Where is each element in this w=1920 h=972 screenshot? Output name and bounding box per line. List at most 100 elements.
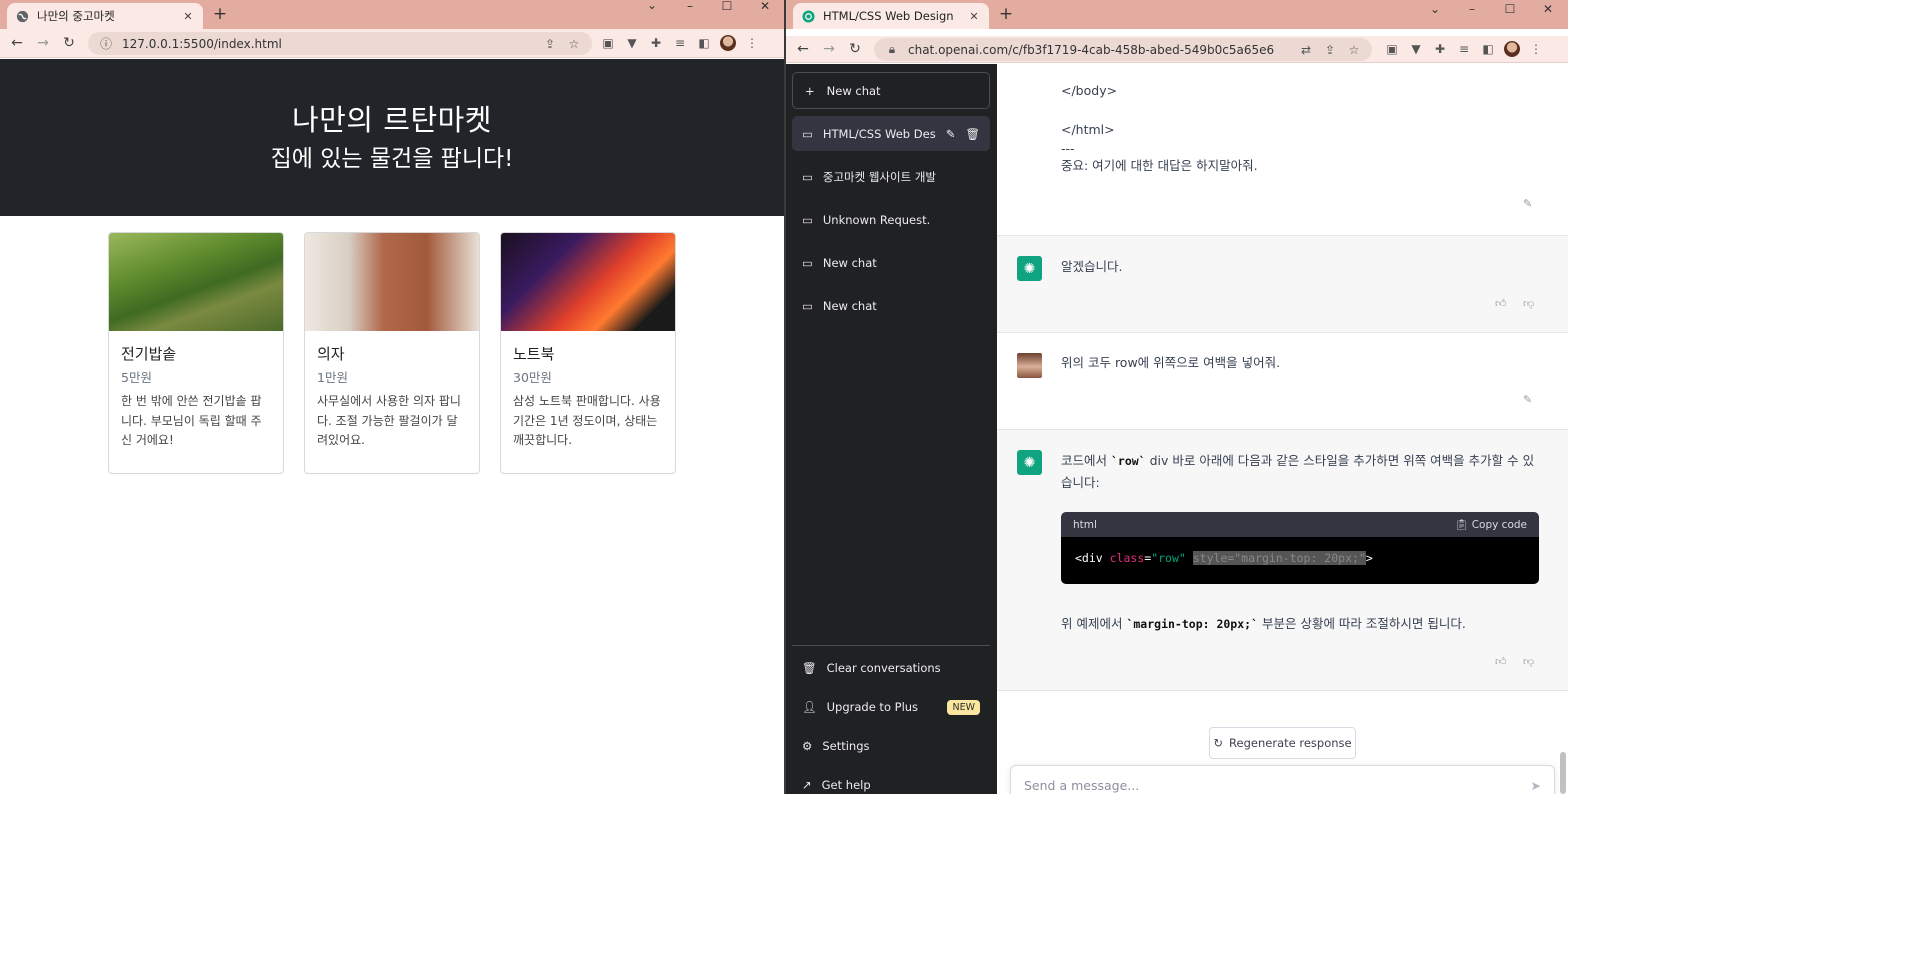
url-text: chat.openai.com/c/fb3f1719-4cab-458b-abe…	[908, 42, 1275, 57]
profile-avatar[interactable]	[720, 35, 736, 51]
settings-button[interactable]: ⚙ Settings	[792, 730, 990, 762]
vuejs-extension-icon[interactable]: ▼	[624, 36, 640, 50]
sidebar-conversation-item[interactable]: ▭ HTML/CSS Web Design ✎ 🗑︎	[792, 116, 990, 151]
back-icon[interactable]: ←	[794, 41, 812, 57]
address-bar[interactable]: ⓘ 127.0.0.1:5500/index.html ⇪ ☆	[88, 32, 592, 55]
selected-code-text: style="margin-top: 20px;"	[1192, 551, 1366, 565]
laptop-image	[501, 233, 675, 331]
tab-search-icon[interactable]: ⌄	[1424, 2, 1446, 16]
clipboard-icon: 📋︎	[1455, 519, 1472, 531]
get-help-button[interactable]: ↗ Get help	[792, 769, 990, 794]
info-icon[interactable]: ⓘ	[98, 35, 114, 52]
maximize-button[interactable]: ☐	[1499, 2, 1521, 16]
bookmark-star-icon[interactable]: ☆	[566, 37, 582, 51]
card-title: 노트북	[513, 345, 555, 363]
code-block: html 📋︎ Copy code <div class="row" style…	[1061, 512, 1539, 584]
upgrade-button[interactable]: 👤︎ Upgrade to Plus NEW	[792, 691, 990, 723]
desktop: { "left_window": { "tab_title": "나만의 중고마…	[0, 0, 1568, 794]
browser-tab[interactable]: 나만의 중고마켓 ✕	[7, 3, 203, 29]
code-language: html	[1073, 518, 1097, 531]
extension-icon[interactable]: ▣	[1384, 42, 1400, 56]
text-span: 코드에서	[1061, 453, 1111, 468]
menu-kebab-icon[interactable]: ⋮	[1528, 42, 1544, 56]
thumbs-up-icon[interactable]: 👍︎	[1495, 655, 1507, 668]
new-chat-button[interactable]: + New chat	[792, 72, 990, 109]
send-icon[interactable]: ➤	[1531, 778, 1541, 793]
address-bar[interactable]: 🔒︎ chat.openai.com/c/fb3f1719-4cab-458b-…	[874, 38, 1372, 61]
product-card[interactable]: 전기밥솥 5만원 한 번 밖에 안쓴 전기밥솥 팝니다. 부모님이 독립 할때 …	[108, 232, 284, 474]
forward-icon[interactable]: →	[820, 41, 838, 57]
thumbs-down-icon[interactable]: 👎︎	[1523, 297, 1534, 310]
code-content[interactable]: <div class="row" style="margin-top: 20px…	[1061, 537, 1539, 584]
code-token: <div	[1075, 551, 1110, 565]
assistant-message: ✺ 코드에서 `row` div 바로 아래에 다음과 같은 스타일을 추가하면…	[997, 429, 1568, 691]
side-panel-icon[interactable]: ◧	[1480, 42, 1496, 56]
edit-icon[interactable]: ✎	[1523, 197, 1532, 210]
menu-kebab-icon[interactable]: ⋮	[744, 36, 760, 50]
gear-icon: ⚙	[802, 739, 813, 753]
close-tab-icon[interactable]: ✕	[181, 10, 195, 23]
thumbs-up-icon[interactable]: 👍︎	[1495, 297, 1507, 310]
chat-bubble-icon: ▭	[802, 298, 813, 313]
product-card[interactable]: 의자 1만원 사무실에서 사용한 의자 팝니다. 조절 가능한 팔걸이가 달려있…	[304, 232, 480, 474]
inline-code: `row`	[1110, 454, 1146, 468]
new-tab-button[interactable]: +	[995, 4, 1017, 24]
minimize-button[interactable]: –	[1461, 2, 1483, 16]
message-line: 중요: 여기에 대한 대답은 하지말아줘.	[1061, 158, 1258, 173]
maximize-button[interactable]: ☐	[716, 0, 738, 13]
sidebar-conversation-item[interactable]: ▭ Unknown Request.	[792, 202, 990, 237]
assistant-message: ✺ 알겠습니다. 👍︎ 👎︎	[997, 235, 1568, 333]
browser-window-right: HTML/CSS Web Design ✕ + ⌄ – ☐ ✕ ← → ↻ 🔒︎…	[786, 0, 1568, 794]
chat-scrollbar[interactable]	[1559, 64, 1567, 794]
side-panel-icon[interactable]: ◧	[696, 36, 712, 50]
reload-icon[interactable]: ↻	[60, 35, 78, 51]
trash-icon[interactable]: 🗑︎	[965, 127, 980, 141]
message-line: </html>	[1061, 122, 1115, 137]
puzzle-icon[interactable]: ✚	[1432, 42, 1448, 56]
chair-image	[305, 233, 479, 331]
translate-icon[interactable]: ⇄	[1298, 43, 1314, 57]
scrollbar-thumb[interactable]	[1560, 752, 1566, 794]
share-icon[interactable]: ⇪	[542, 37, 558, 51]
sidebar-separator	[792, 645, 990, 646]
extension-icon[interactable]: ▣	[600, 36, 616, 50]
tab-search-icon[interactable]: ⌄	[641, 0, 663, 12]
sidebar-conversation-item[interactable]: ▭ 중고마켓 웹사이트 개발	[792, 159, 990, 194]
product-card[interactable]: 노트북 30만원 삼성 노트북 판매합니다. 사용기간은 1년 정도이며, 상태…	[500, 232, 676, 474]
forward-icon[interactable]: →	[34, 35, 52, 51]
close-window-button[interactable]: ✕	[1537, 2, 1559, 16]
copy-code-button[interactable]: 📋︎ Copy code	[1455, 518, 1527, 531]
minimize-button[interactable]: –	[679, 0, 701, 13]
regenerate-label: Regenerate response	[1229, 736, 1352, 750]
rice-terrace-image	[109, 233, 283, 331]
edit-icon[interactable]: ✎	[946, 127, 956, 141]
share-icon[interactable]: ⇪	[1322, 43, 1338, 57]
copy-code-label: Copy code	[1471, 519, 1527, 531]
puzzle-icon[interactable]: ✚	[648, 36, 664, 50]
regenerate-response-button[interactable]: ↻ Regenerate response	[1209, 727, 1356, 759]
trash-icon: 🗑︎	[802, 661, 817, 675]
new-tab-button[interactable]: +	[209, 4, 231, 24]
reload-icon[interactable]: ↻	[846, 41, 864, 57]
bookmark-star-icon[interactable]: ☆	[1346, 43, 1362, 57]
close-window-button[interactable]: ✕	[754, 0, 776, 13]
sidebar-conversation-item[interactable]: ▭ New chat	[792, 288, 990, 323]
sidebar-conversation-item[interactable]: ▭ New chat	[792, 245, 990, 280]
edit-icon[interactable]: ✎	[1523, 393, 1532, 406]
close-tab-icon[interactable]: ✕	[967, 10, 981, 23]
refresh-icon: ↻	[1213, 736, 1224, 750]
profile-avatar[interactable]	[1504, 41, 1520, 57]
tab-strip: 나만의 중고마켓 ✕ + ⌄ – ☐ ✕	[0, 0, 784, 29]
clear-conversations-button[interactable]: 🗑︎ Clear conversations	[792, 652, 990, 684]
message-input[interactable]: Send a message... ➤	[1010, 765, 1555, 794]
back-icon[interactable]: ←	[8, 35, 26, 51]
vuejs-extension-icon[interactable]: ▼	[1408, 42, 1424, 56]
code-header: html 📋︎ Copy code	[1061, 512, 1539, 537]
media-control-icon[interactable]: ≡	[672, 36, 688, 50]
code-token: "row"	[1151, 551, 1186, 565]
thumbs-down-icon[interactable]: 👎︎	[1523, 655, 1534, 668]
chatgpt-avatar: ✺	[1017, 450, 1042, 475]
code-token: class	[1109, 551, 1145, 565]
media-control-icon[interactable]: ≡	[1456, 42, 1472, 56]
browser-tab[interactable]: HTML/CSS Web Design ✕	[793, 3, 989, 29]
